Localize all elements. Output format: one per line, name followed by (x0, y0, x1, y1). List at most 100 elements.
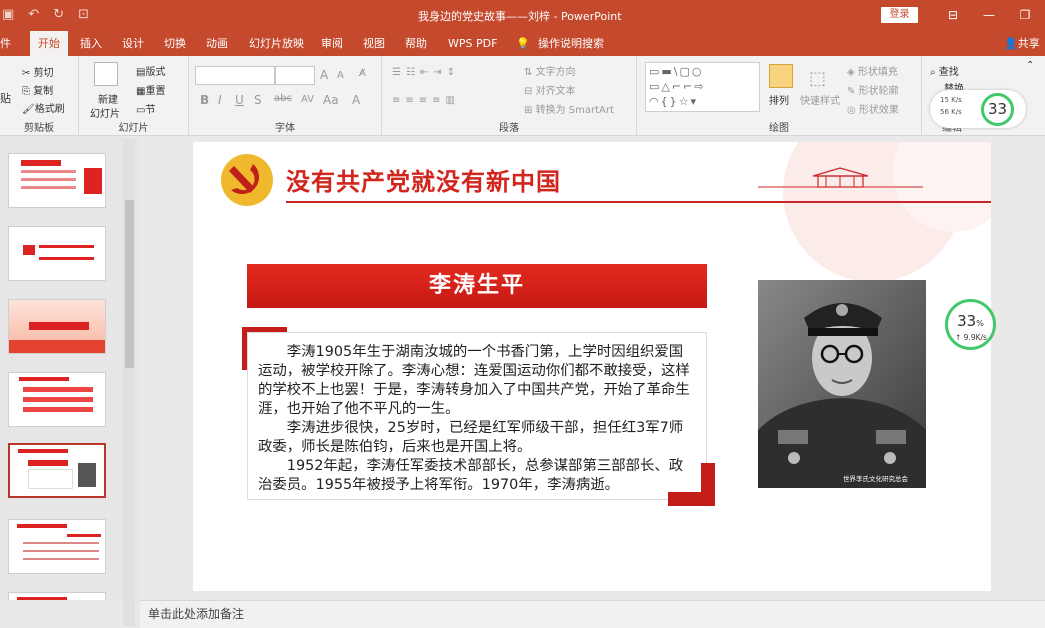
shrink-font-button[interactable]: A (337, 70, 344, 81)
corner-bracket-bottom-right (668, 463, 715, 506)
find-button[interactable]: ⌕ 查找 (930, 63, 959, 78)
grow-font-button[interactable]: A (320, 68, 328, 82)
tab-review[interactable]: 审阅 (321, 31, 343, 56)
shape-outline-button[interactable]: ✎ 形状轮廓 (847, 82, 899, 97)
ribbon-display-icon[interactable]: ⊟ (935, 5, 971, 25)
layout-button[interactable]: ▤版式 (136, 63, 165, 78)
italic-button[interactable]: I (218, 93, 222, 107)
font-family-select[interactable] (195, 66, 275, 85)
quick-access-toolbar: ▣ ↶ ↻ ⊡ (0, 6, 89, 24)
slide-thumbnail-7[interactable] (8, 592, 106, 600)
cut-button[interactable]: ✂ 剪切 (22, 64, 54, 79)
tab-home[interactable]: 开始 (30, 31, 68, 56)
share-button[interactable]: 👤共享 (1004, 31, 1040, 56)
tab-help[interactable]: 帮助 (405, 31, 427, 56)
find-label: 查找 (938, 67, 959, 78)
slide-thumbnail-5[interactable] (8, 443, 106, 498)
thumbnail-scroll-thumb[interactable] (125, 200, 134, 368)
shadow-button[interactable]: S (254, 93, 262, 107)
copy-button[interactable]: ⎘ 复制 (22, 82, 53, 97)
section-button[interactable]: ▭节 (136, 101, 155, 116)
tell-me-search[interactable]: 操作说明搜索 (538, 31, 604, 56)
arrange-icon[interactable] (769, 64, 793, 88)
smartart-button[interactable]: ⊞ 转换为 SmartArt (524, 101, 614, 116)
network-mini-percent: 33 (981, 93, 1014, 126)
photo-watermark-caption: 世界李氏文化研究总会 (843, 475, 908, 483)
underline-button[interactable]: U (235, 93, 244, 107)
slide-canvas[interactable]: 没有共产党就没有新中国 李涛生平 李涛1905年生于湖南汝城的一个书香门第，上学… (193, 142, 991, 591)
slide-thumbnail-3[interactable] (8, 299, 106, 354)
present-icon[interactable]: ⊡ (78, 6, 89, 24)
text-direction-label: 文字方向 (535, 67, 576, 78)
tab-design[interactable]: 设计 (122, 31, 144, 56)
arrow-up-icon: ↑ (955, 333, 964, 342)
tab-slideshow[interactable]: 幻灯片放映 (249, 31, 304, 56)
change-case-button[interactable]: Aa (323, 93, 339, 107)
font-color-button[interactable]: A (352, 93, 360, 107)
slide-thumbnail-4[interactable] (8, 372, 106, 427)
align-text-button[interactable]: ⊟ 对齐文本 (524, 82, 576, 97)
download-speed: 56 K/s (940, 108, 962, 116)
slide-title[interactable]: 没有共产党就没有新中国 (286, 162, 561, 197)
text-direction-button[interactable]: ⇅ 文字方向 (524, 63, 576, 78)
save-icon[interactable]: ▣ (2, 6, 14, 24)
minimize-icon[interactable]: — (971, 5, 1007, 25)
drawing-group: ▭▬\▢○ ▭△⌐⌐⇨ ◠{}☆▾ 排列 ⬚ 快速样式 ◈ 形状填充 ✎ 形状轮廓 … (637, 56, 922, 136)
arrange-button[interactable]: 排列 (769, 92, 789, 107)
tab-transitions[interactable]: 切换 (164, 31, 186, 56)
clipboard-group-label: 剪贴板 (24, 123, 54, 134)
network-speed-widget[interactable]: 33% ↑ 9.9K/s (945, 299, 996, 350)
biography-textbox[interactable]: 李涛1905年生于湖南汝城的一个书香门第，上学时因组织爱国运动，被学校开除了。李… (247, 332, 707, 500)
biography-paragraph-3: 1952年起，李涛任军委技术部部长，总参谋部第三部部长、政治委员。1955年被授… (258, 458, 684, 493)
strike-button[interactable]: abc (274, 93, 292, 104)
bold-button[interactable]: B (200, 93, 209, 107)
paragraph-group-label: 段落 (499, 123, 519, 134)
network-percent-value: 33 (957, 312, 977, 330)
list-buttons-icon[interactable]: ☰☷⇤⇥↕ (392, 67, 460, 78)
slides-group: 新建 幻灯片 ▤版式 ▦重置 ▭节 幻灯片 (79, 56, 189, 136)
slide-thumbnail-1[interactable] (8, 153, 106, 208)
person-icon: 👤 (1004, 37, 1018, 50)
tab-animations[interactable]: 动画 (206, 31, 228, 56)
shape-effects-button[interactable]: ◎ 形状效果 (847, 101, 899, 116)
clear-format-icon[interactable]: A̸ (359, 68, 366, 79)
collapse-ribbon-icon[interactable]: ⌃ (1026, 60, 1034, 71)
slide-thumbnail-pane[interactable] (0, 137, 140, 600)
new-slide-label-1[interactable]: 新建 (98, 91, 118, 106)
magnifier-icon: ⌕ (930, 67, 939, 78)
paste-button[interactable]: 贴 (0, 90, 11, 106)
align-buttons-icon[interactable]: ≡≡≡≡▥ (392, 95, 460, 106)
notes-pane[interactable]: 单击此处添加备注 (140, 600, 1045, 628)
shape-fill-button[interactable]: ◈ 形状填充 (847, 63, 898, 78)
tab-insert[interactable]: 插入 (80, 31, 102, 56)
tab-wps-pdf[interactable]: WPS PDF (448, 31, 497, 56)
tab-view[interactable]: 视图 (363, 31, 385, 56)
cut-label: 剪切 (33, 68, 54, 79)
subtitle-banner[interactable]: 李涛生平 (247, 264, 707, 308)
quick-styles-button[interactable]: 快速样式 (800, 92, 840, 107)
undo-icon[interactable]: ↶ (28, 6, 39, 24)
maximize-icon[interactable]: ❐ (1007, 5, 1043, 25)
network-mini-widget[interactable]: 15 K/s 56 K/s 33 (930, 90, 1026, 128)
quick-styles-icon[interactable]: ⬚ (809, 68, 826, 89)
format-painter-button[interactable]: 🖌格式刷 (22, 100, 65, 115)
slide-thumbnail-2[interactable] (8, 226, 106, 281)
align-text-label: 对齐文本 (535, 86, 576, 97)
network-percent-unit: % (976, 319, 984, 328)
redo-icon[interactable]: ↻ (53, 6, 64, 24)
reset-button[interactable]: ▦重置 (136, 82, 165, 97)
share-label: 共享 (1017, 37, 1040, 50)
char-spacing-icon[interactable]: AV (301, 94, 314, 105)
slide-thumbnail-6[interactable] (8, 519, 106, 574)
tab-file[interactable]: 件 (0, 31, 11, 56)
font-size-select[interactable] (275, 66, 315, 85)
align-text-icon: ⊟ (524, 86, 536, 97)
new-slide-icon[interactable] (94, 62, 118, 86)
font-group-label: 字体 (275, 123, 295, 134)
layout-label: 版式 (145, 67, 166, 78)
portrait-photo[interactable]: 世界李氏文化研究总会 (758, 280, 926, 488)
login-button[interactable]: 登录 (881, 7, 918, 23)
effects-icon: ◎ (847, 105, 859, 116)
new-slide-label-2[interactable]: 幻灯片 (90, 105, 120, 120)
shapes-gallery[interactable]: ▭▬\▢○ ▭△⌐⌐⇨ ◠{}☆▾ (645, 62, 760, 112)
